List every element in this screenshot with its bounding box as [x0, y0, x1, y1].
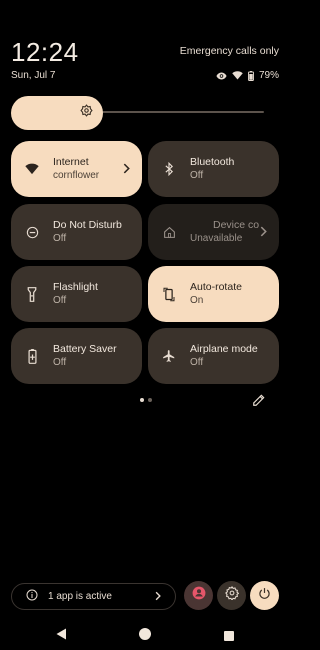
tile-bluetooth[interactable]: Bluetooth Off: [148, 141, 279, 197]
tile-label: Internet: [53, 156, 89, 168]
tile-device-controls[interactable]: Device co Unavailable: [148, 204, 279, 260]
eye-icon: [216, 72, 227, 80]
tile-status: cornflower: [53, 170, 100, 181]
tile-label: Bluetooth: [190, 156, 235, 168]
flashlight-icon: [24, 286, 40, 302]
tile-airplane-mode[interactable]: Airplane mode Off: [148, 328, 279, 384]
active-apps-button[interactable]: 1 app is active: [11, 583, 176, 610]
date[interactable]: Sun, Jul 7: [11, 70, 55, 81]
recents-icon[interactable]: [224, 628, 234, 646]
dnd-icon: [24, 226, 40, 239]
status-icons: 79%: [216, 70, 279, 81]
tile-status: On: [190, 295, 204, 306]
quick-settings-screen: 12:24 Sun, Jul 7 Emergency calls only 79…: [0, 0, 290, 650]
tile-label: Do Not Disturb: [53, 219, 122, 231]
navigation-bar: [0, 622, 290, 646]
bluetooth-icon: [161, 162, 177, 176]
brightness-icon: [80, 104, 93, 122]
tile-label: Airplane mode: [190, 343, 258, 355]
chevron-right-icon[interactable]: [123, 161, 130, 179]
tile-flashlight[interactable]: Flashlight Off: [11, 266, 142, 322]
power-button[interactable]: [250, 581, 279, 610]
tile-label: Flashlight: [53, 281, 98, 293]
tile-auto-rotate[interactable]: Auto-rotate On: [148, 266, 279, 322]
tile-label: Auto-rotate: [190, 281, 242, 293]
battery-percent: 79%: [258, 70, 279, 81]
tile-status: Off: [190, 357, 204, 368]
brightness-track[interactable]: [100, 111, 264, 113]
tile-status: Off: [53, 295, 67, 306]
airplane-icon: [161, 349, 177, 363]
wifi-icon: [232, 71, 243, 80]
tile-internet[interactable]: Internet cornflower: [11, 141, 142, 197]
edit-icon[interactable]: [252, 393, 268, 409]
power-icon: [258, 587, 271, 605]
tile-status: Off: [53, 357, 67, 368]
tile-label: Battery Saver: [53, 343, 117, 355]
settings-button[interactable]: [217, 581, 246, 610]
clock[interactable]: 12:24: [11, 37, 79, 68]
tile-status: Off: [190, 170, 204, 181]
wifi-icon: [24, 163, 40, 175]
battery-saver-icon: [24, 348, 40, 364]
home-icon: [161, 226, 177, 239]
battery-icon: [248, 70, 254, 81]
tile-do-not-disturb[interactable]: Do Not Disturb Off: [11, 204, 142, 260]
info-icon: [26, 588, 38, 606]
tile-status: Off: [53, 233, 67, 244]
user-switcher-button[interactable]: [184, 581, 213, 610]
home-button-icon[interactable]: [139, 627, 151, 645]
chevron-right-icon[interactable]: [260, 224, 267, 242]
page-dot: [148, 398, 152, 402]
chevron-right-icon: [155, 588, 161, 606]
carrier-status: Emergency calls only: [179, 45, 279, 57]
brightness-slider[interactable]: [11, 96, 103, 130]
page-indicator: [140, 398, 152, 402]
active-apps-label: 1 app is active: [48, 591, 112, 602]
back-icon[interactable]: [56, 627, 67, 645]
gear-icon: [224, 585, 239, 605]
rotate-icon: [161, 287, 177, 302]
tile-battery-saver[interactable]: Battery Saver Off: [11, 328, 142, 384]
page-dot-active: [140, 398, 144, 402]
user-avatar-icon: [192, 586, 206, 605]
